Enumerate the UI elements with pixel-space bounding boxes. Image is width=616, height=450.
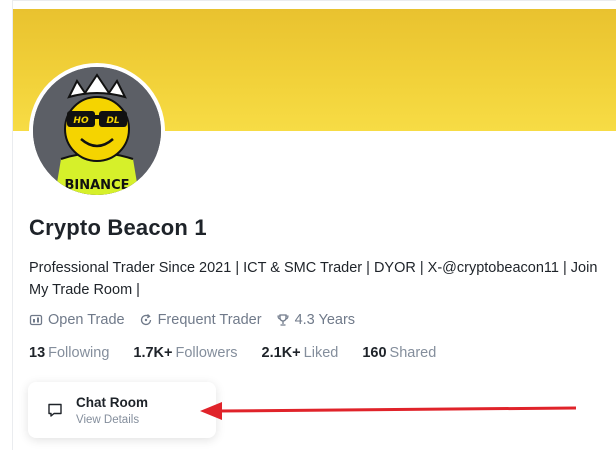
stat-value: 13 [29, 345, 46, 361]
stat-label: Followers [175, 345, 238, 361]
frequent-trader-icon [140, 314, 151, 326]
open-trade-icon [29, 314, 43, 326]
stat-label: Following [48, 345, 110, 361]
profile-tags: Open Trade Frequent Trader 4.3 Years [29, 312, 355, 328]
tag-label: Open Trade [48, 312, 125, 328]
tag-years[interactable]: 4.3 Years [276, 312, 355, 328]
stat-following[interactable]: 13 Following [29, 345, 109, 361]
profile-card: BINANCE HO DL Crypto Beacon 1 Profession… [12, 0, 616, 450]
avatar-image: BINANCE HO DL [33, 67, 161, 195]
chat-room-button[interactable]: Chat Room View Details [28, 382, 216, 438]
trophy-icon [277, 314, 289, 326]
stat-value: 160 [362, 345, 387, 361]
tag-frequent-trader[interactable]: Frequent Trader [139, 312, 262, 328]
tag-open-trade[interactable]: Open Trade [29, 312, 125, 328]
chat-room-subtitle: View Details [76, 413, 140, 426]
stat-shared: 160 Shared [362, 345, 436, 361]
tag-label: 4.3 Years [294, 312, 356, 328]
stat-value: 1.7K+ [133, 345, 173, 361]
profile-name: Crypto Beacon 1 [29, 215, 207, 240]
stat-label: Liked [303, 345, 339, 361]
glasses-left-text: HO [73, 116, 89, 126]
tag-label: Frequent Trader [157, 312, 262, 328]
stat-liked: 2.1K+ Liked [262, 345, 339, 361]
stat-followers[interactable]: 1.7K+ Followers [133, 345, 237, 361]
page-left-margin [0, 0, 12, 450]
hodl-avatar-illustration: BINANCE HO DL [33, 67, 161, 195]
glasses-right-text: DL [106, 116, 119, 126]
chat-bubble-icon [48, 403, 62, 417]
stat-label: Shared [389, 345, 437, 361]
stat-value: 2.1K+ [261, 345, 301, 361]
shirt-lettering: BINANCE [65, 178, 130, 193]
chat-room-title: Chat Room [76, 394, 148, 410]
avatar[interactable]: BINANCE HO DL [29, 63, 165, 199]
chat-room-text: Chat Room View Details [76, 395, 148, 426]
profile-stats: 13 Following 1.7K+ Followers 2.1K+ Liked 16… [29, 345, 436, 361]
profile-bio: Professional Trader Since 2021 | ICT & S… [29, 260, 598, 298]
